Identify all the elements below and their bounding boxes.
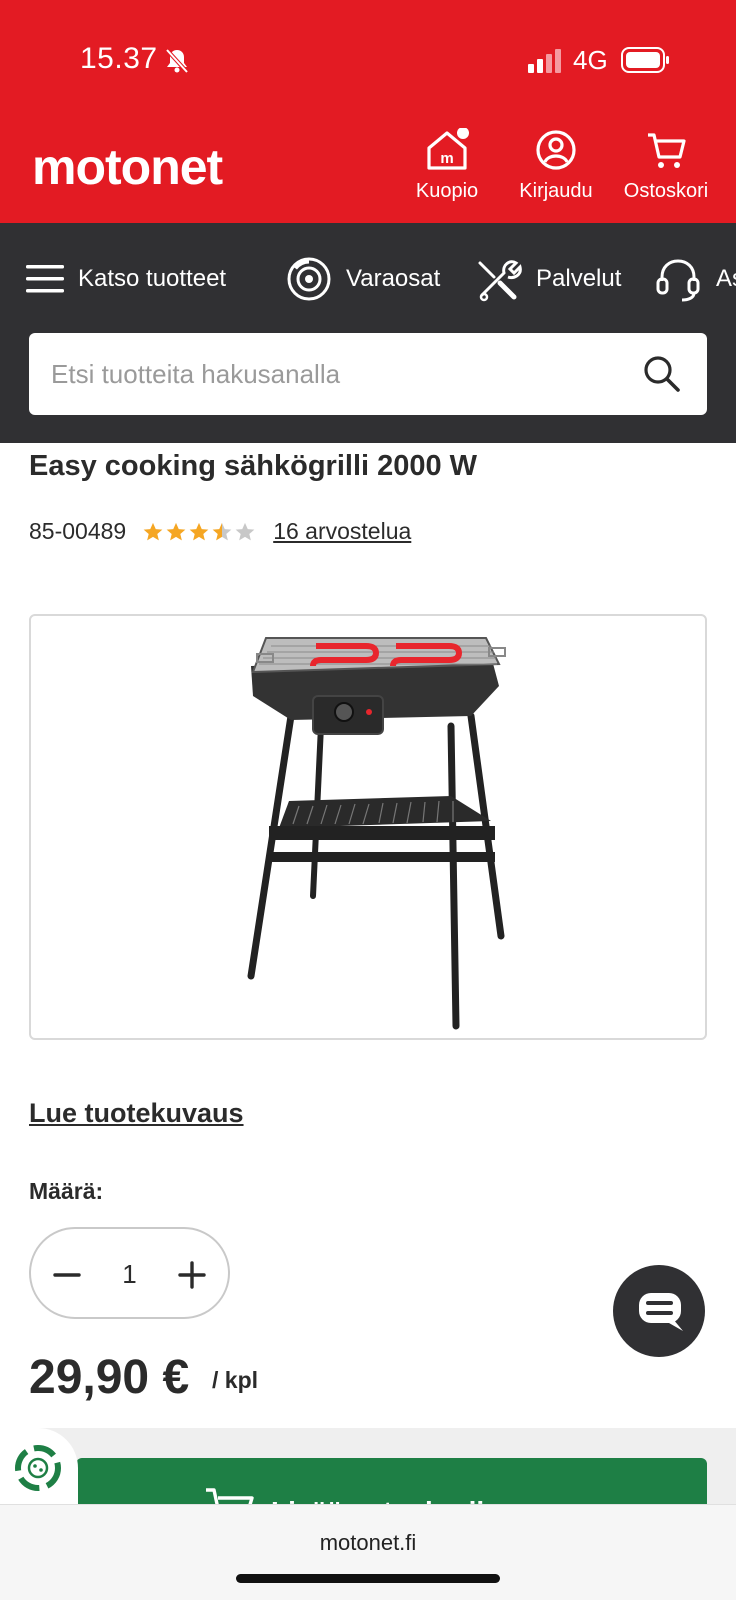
home-indicator[interactable] xyxy=(236,1574,500,1583)
search-icon[interactable] xyxy=(641,353,683,395)
plus-icon[interactable] xyxy=(172,1255,212,1295)
product-image[interactable] xyxy=(29,614,707,1040)
store-home-icon: m xyxy=(427,128,469,170)
reviews-link[interactable]: 16 arvostelua xyxy=(273,518,411,545)
shopping-cart-icon xyxy=(648,133,686,168)
product-meta: 85-00489 16 arvostelua xyxy=(29,518,411,545)
product-price: 29,90 € xyxy=(29,1351,190,1404)
nav-item-spare-parts[interactable]: Varaosat xyxy=(286,254,440,304)
rating-stars xyxy=(142,521,257,543)
chat-icon xyxy=(639,1293,683,1331)
search-input[interactable]: Etsi tuotteita hakusanalla xyxy=(51,359,340,390)
brake-disc-icon xyxy=(287,257,331,301)
bell-muted-icon xyxy=(165,48,189,74)
cart-button[interactable]: Ostoskori xyxy=(611,128,721,208)
battery-icon xyxy=(621,47,669,73)
network-type: 4G xyxy=(573,45,608,75)
recycle-badge[interactable] xyxy=(0,1428,78,1506)
nav-item-label: Katso tuotteet xyxy=(78,265,227,292)
recycle-icon xyxy=(15,1445,61,1491)
nav-item-label: Varaosat xyxy=(346,265,441,292)
tools-icon xyxy=(478,260,522,302)
hamburger-menu-icon xyxy=(26,265,64,293)
login-button[interactable]: Kirjaudu xyxy=(501,128,611,208)
search-bar[interactable]: Etsi tuotteita hakusanalla xyxy=(29,333,707,415)
nav-item-label: Palvelut xyxy=(536,265,622,292)
chat-button[interactable] xyxy=(613,1265,705,1357)
headset-icon xyxy=(656,259,700,302)
product-title: Easy cooking sähkögrilli 2000 W xyxy=(29,450,478,482)
cart-label: Ostoskori xyxy=(623,180,709,202)
status-time: 15.37 xyxy=(80,42,158,75)
star-full-icon xyxy=(166,522,186,540)
star-half-icon xyxy=(212,522,232,540)
nav-item-products[interactable]: Katso tuotteet xyxy=(26,254,226,304)
product-sku: 85-00489 xyxy=(29,518,127,544)
store-label: Kuopio xyxy=(415,180,479,202)
quantity-label: Määrä: xyxy=(29,1178,104,1204)
read-description-link[interactable]: Lue tuotekuvaus xyxy=(29,1098,244,1129)
nav-item-customer-service[interactable]: As xyxy=(654,254,736,304)
nav-item-label: As xyxy=(716,265,736,292)
star-empty-icon xyxy=(235,522,255,540)
svg-text:m: m xyxy=(440,150,453,167)
quantity-stepper: 1 xyxy=(29,1227,230,1319)
price-unit: / kpl xyxy=(212,1367,259,1393)
motonet-logo[interactable]: motonet xyxy=(32,138,223,196)
store-button[interactable]: m Kuopio xyxy=(392,128,502,208)
browser-url[interactable]: motonet.fi xyxy=(0,1530,736,1556)
star-full-icon xyxy=(143,522,163,540)
login-label: Kirjaudu xyxy=(519,180,593,202)
signal-strength-icon xyxy=(528,49,561,73)
user-icon xyxy=(536,130,576,170)
star-full-icon xyxy=(189,522,209,540)
electric-grill-image xyxy=(247,637,506,1030)
nav-item-services[interactable]: Palvelut xyxy=(474,254,621,304)
